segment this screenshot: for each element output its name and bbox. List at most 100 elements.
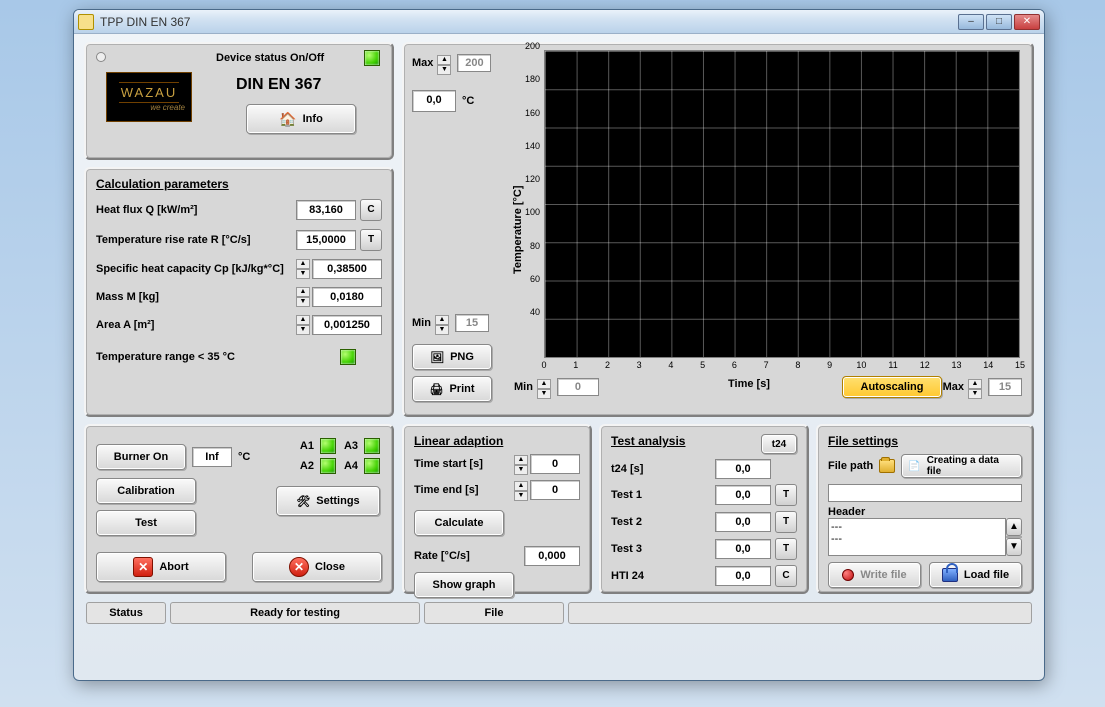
xmin-label: Min (514, 381, 533, 393)
test2-t-button[interactable]: T (775, 511, 797, 533)
y-tick: 60 (530, 274, 540, 284)
t24-button[interactable]: t24 (761, 434, 797, 454)
load-file-button[interactable]: Load file (929, 562, 1022, 588)
xmin-value[interactable]: 0 (557, 378, 599, 396)
cp-spin-buttons[interactable]: ▲▼ (296, 259, 310, 279)
spin-up-icon[interactable]: ▲ (437, 55, 451, 65)
mass-value[interactable]: 0,0180 (312, 287, 382, 307)
xmax-value[interactable]: 15 (988, 378, 1022, 396)
calc-title: Calculation parameters (96, 177, 382, 191)
calculate-button[interactable]: Calculate (414, 510, 504, 536)
mass-spin-buttons[interactable]: ▲▼ (296, 287, 310, 307)
area-spinner[interactable]: ▲▼ 0,001250 (296, 315, 382, 335)
time-end-value[interactable]: 0 (530, 480, 580, 500)
settings-button[interactable]: 🛠 Settings (276, 486, 380, 516)
file-path-label: File path (828, 460, 873, 472)
heat-flux-value[interactable]: 83,160 (296, 200, 356, 220)
spin-down-icon[interactable]: ▼ (296, 297, 310, 307)
burner-on-button[interactable]: Burner On (96, 444, 186, 470)
xmin-spin[interactable]: ▲▼ (537, 379, 551, 395)
time-end-spin[interactable]: ▲▼ (514, 481, 528, 499)
spin-up-icon[interactable]: ▲ (514, 481, 528, 491)
maximize-button[interactable]: □ (986, 14, 1012, 30)
y-tick: 160 (525, 108, 540, 118)
spin-up-icon[interactable]: ▲ (537, 379, 551, 389)
close-button[interactable]: ✕ Close (252, 552, 382, 582)
power-indicator[interactable] (96, 52, 106, 62)
mass-spinner[interactable]: ▲▼ 0,0180 (296, 287, 382, 307)
close-window-button[interactable]: ✕ (1014, 14, 1040, 30)
spin-down-icon[interactable]: ▼ (537, 389, 551, 399)
spin-up-icon[interactable]: ▲ (968, 379, 982, 389)
spin-down-icon[interactable]: ▼ (435, 325, 449, 335)
file-path-input[interactable] (828, 484, 1022, 502)
printer-icon: 🖨 (429, 383, 443, 396)
ymax-spin[interactable]: ▲▼ (437, 55, 451, 71)
spin-down-icon[interactable]: ▼ (437, 65, 451, 75)
spin-down-icon[interactable]: ▼ (296, 325, 310, 335)
x-tick: 0 (541, 360, 546, 370)
spin-up-icon[interactable]: ▲ (296, 259, 310, 269)
create-datafile-button[interactable]: 📄 Creating a data file (901, 454, 1022, 478)
xmax-spin[interactable]: ▲▼ (968, 379, 982, 395)
write-file-button[interactable]: Write file (828, 562, 921, 588)
test1-t-button[interactable]: T (775, 484, 797, 506)
ymax-value[interactable]: 200 (457, 54, 491, 72)
minimize-button[interactable]: – (958, 14, 984, 30)
hti-value: 0,0 (715, 566, 771, 586)
spin-down-icon[interactable]: ▼ (514, 465, 528, 475)
spin-up-icon[interactable]: ▲ (514, 455, 528, 465)
spin-down-icon[interactable]: ▼ (968, 389, 982, 399)
x-tick: 10 (856, 360, 866, 370)
chart-area[interactable] (544, 50, 1020, 358)
show-graph-button[interactable]: Show graph (414, 572, 514, 598)
abort-button[interactable]: ✕ Abort (96, 552, 226, 582)
logo-main: WAZAU (119, 82, 179, 103)
calibration-button[interactable]: Calibration (96, 478, 196, 504)
test3-t-button[interactable]: T (775, 538, 797, 560)
image-icon: 🖼 (430, 351, 444, 364)
lock-icon (942, 568, 958, 582)
x-tick: 9 (827, 360, 832, 370)
area-spin-buttons[interactable]: ▲▼ (296, 315, 310, 335)
rate-label: Rate [°C/s] (414, 550, 524, 562)
info-button[interactable]: 🏠 Info (246, 104, 356, 134)
cp-value[interactable]: 0,38500 (312, 259, 382, 279)
record-dot-icon (842, 569, 854, 581)
autoscale-button[interactable]: Autoscaling (842, 376, 942, 398)
time-start-value[interactable]: 0 (530, 454, 580, 474)
header-scroll-down[interactable]: ▼ (1006, 538, 1022, 556)
spin-up-icon[interactable]: ▲ (296, 287, 310, 297)
header-textarea[interactable] (828, 518, 1006, 556)
x-tick: 7 (764, 360, 769, 370)
rise-rate-t-button[interactable]: T (360, 229, 382, 251)
x-tick: 15 (1015, 360, 1025, 370)
header-scroll-up[interactable]: ▲ (1006, 518, 1022, 536)
spin-up-icon[interactable]: ▲ (296, 315, 310, 325)
time-start-spin[interactable]: ▲▼ (514, 455, 528, 473)
print-button[interactable]: 🖨 Print (412, 376, 492, 402)
heat-flux-label: Heat flux Q [kW/m²] (96, 204, 296, 216)
a2-led (320, 458, 336, 474)
spin-down-icon[interactable]: ▼ (296, 269, 310, 279)
area-value[interactable]: 0,001250 (312, 315, 382, 335)
a3-label: A3 (344, 440, 358, 452)
spin-up-icon[interactable]: ▲ (435, 315, 449, 325)
heat-flux-c-button[interactable]: C (360, 199, 382, 221)
hti-c-button[interactable]: C (775, 565, 797, 587)
cp-label: Specific heat capacity Cp [kJ/kg*°C] (96, 263, 296, 275)
linear-panel: Linear adaption Time start [s] ▲▼ 0 Time… (402, 424, 592, 594)
folder-icon[interactable] (879, 459, 895, 473)
y-tick: 200 (525, 41, 540, 51)
a1-label: A1 (300, 440, 314, 452)
wazau-logo: WAZAU we create (106, 72, 192, 122)
mass-label: Mass M [kg] (96, 291, 296, 303)
png-button[interactable]: 🖼 PNG (412, 344, 492, 370)
ymin-spin[interactable]: ▲▼ (435, 315, 449, 331)
test-button[interactable]: Test (96, 510, 196, 536)
rise-rate-value[interactable]: 15,0000 (296, 230, 356, 250)
cp-spinner[interactable]: ▲▼ 0,38500 (296, 259, 382, 279)
linear-title: Linear adaption (414, 434, 580, 448)
ymin-value[interactable]: 15 (455, 314, 489, 332)
spin-down-icon[interactable]: ▼ (514, 491, 528, 501)
